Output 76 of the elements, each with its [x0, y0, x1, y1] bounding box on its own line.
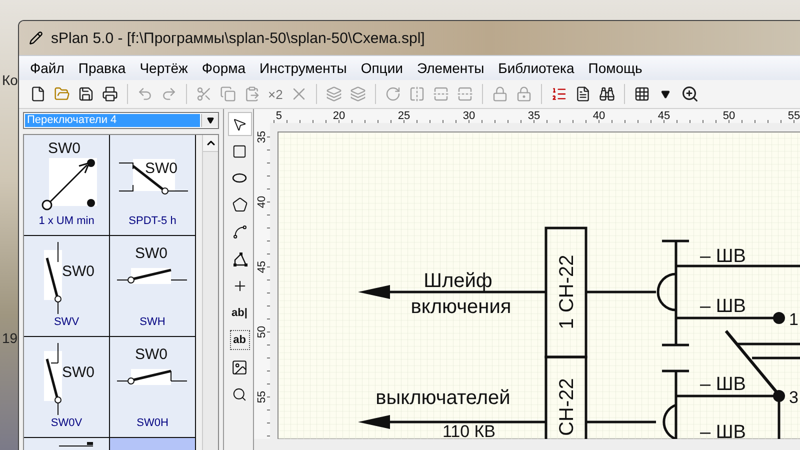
pentagon-icon: [232, 197, 248, 213]
menu-item[interactable]: Правка: [71, 58, 133, 78]
pin-label: 1: [789, 310, 798, 329]
contact-label: – ШВ: [700, 374, 746, 395]
pointer-icon: [232, 116, 247, 132]
text-tool[interactable]: ab|: [228, 301, 252, 325]
scrollbar[interactable]: [202, 135, 218, 450]
ruler-label: 55: [256, 390, 268, 404]
schematic-label: 110 КВ: [442, 422, 496, 439]
ruler-label: 30: [462, 110, 476, 122]
desktop-label: Ко: [2, 72, 18, 88]
curve-icon: [232, 224, 248, 240]
menu-item[interactable]: Форма: [194, 58, 253, 78]
menu-item[interactable]: Помощь: [581, 58, 650, 78]
schematic-label: включения: [410, 296, 512, 318]
rectangle-icon: [232, 144, 247, 158]
menu-item[interactable]: Элементы: [410, 58, 492, 78]
schematic-label: Шлейф: [424, 270, 492, 292]
symbol-label: SW0: [134, 346, 168, 363]
ruler-label: 5: [276, 110, 282, 122]
library-item[interactable]: SW0 SW0H: [110, 337, 196, 438]
pin-label: 3: [789, 388, 798, 407]
menu-item[interactable]: Библиотека: [491, 58, 582, 78]
switch-symbol-drawing: [41, 158, 96, 210]
switch-symbol-drawing: [116, 268, 187, 284]
library-item[interactable]: SW0 1 x UM min: [24, 135, 110, 236]
block-label: СН-22: [556, 378, 578, 436]
zoom-icon: [232, 386, 247, 402]
contact-label: – ШВ: [700, 296, 746, 317]
ruler-label: 35: [528, 110, 540, 122]
switch-symbol-drawing: [118, 159, 188, 194]
item-label: SPDT-5 h: [128, 215, 176, 227]
ruler-label: 45: [256, 260, 268, 274]
switch-symbol-drawing: [116, 369, 187, 385]
ruler-label: 40: [592, 110, 606, 122]
pencil-icon: [29, 31, 43, 45]
schematic-label: выключателей: [376, 387, 510, 409]
ruler-label: 50: [722, 110, 736, 122]
tool-button[interactable]: [228, 112, 252, 136]
ruler-label: 35: [256, 130, 268, 144]
ruler-label: 45: [658, 110, 670, 122]
ruler-label: 20: [332, 110, 346, 122]
item-label: SWH: [140, 316, 166, 328]
item-label: 1 x UM min: [38, 215, 94, 227]
desktop-label: 19: [2, 330, 18, 346]
item-label: SWV: [54, 316, 80, 328]
block-label: 1 СН-22: [556, 254, 578, 330]
window-title: sPlan 5.0 - [f:\Программы\splan-50\splan-50\Схема.spl]: [51, 30, 425, 46]
library-item[interactable]: SW0 SWV: [24, 236, 110, 337]
symbol-label: SW0: [62, 364, 94, 381]
library-item[interactable]: SW0 SPDT-5 h: [110, 135, 196, 236]
menu-item[interactable]: Опции: [354, 58, 410, 78]
menu-item[interactable]: Инструменты: [252, 58, 354, 78]
menu-item[interactable]: Файл: [23, 58, 72, 78]
text-tool[interactable]: ab: [228, 328, 252, 352]
caret-icon: [206, 117, 214, 124]
symbol-label: SW0: [134, 245, 168, 262]
item-label: SW0V: [50, 417, 82, 429]
contact-label: – ШВ: [700, 422, 746, 439]
image-icon: [231, 358, 248, 376]
symbol-label: SW0: [62, 263, 94, 280]
polyline-icon: [232, 251, 248, 267]
ruler-label: 25: [398, 110, 410, 122]
item-label: SW0H: [136, 417, 168, 429]
ellipse-icon: [232, 173, 247, 183]
ruler-label: 55: [788, 110, 800, 122]
library-item[interactable]: SW0 SW0V: [24, 337, 110, 438]
switch-symbol-drawing: [58, 442, 94, 447]
ruler-label: 50: [256, 326, 268, 338]
symbol-label: SW0: [144, 160, 178, 177]
symbol-label: SW0: [48, 140, 80, 157]
duplicate-button[interactable]: ×2: [265, 86, 286, 102]
contact-label: – ШВ: [700, 246, 746, 267]
menu-item[interactable]: Чертёж: [132, 58, 195, 78]
library-item[interactable]: SW0 SWH: [110, 236, 196, 337]
ruler-label: 40: [256, 196, 268, 208]
